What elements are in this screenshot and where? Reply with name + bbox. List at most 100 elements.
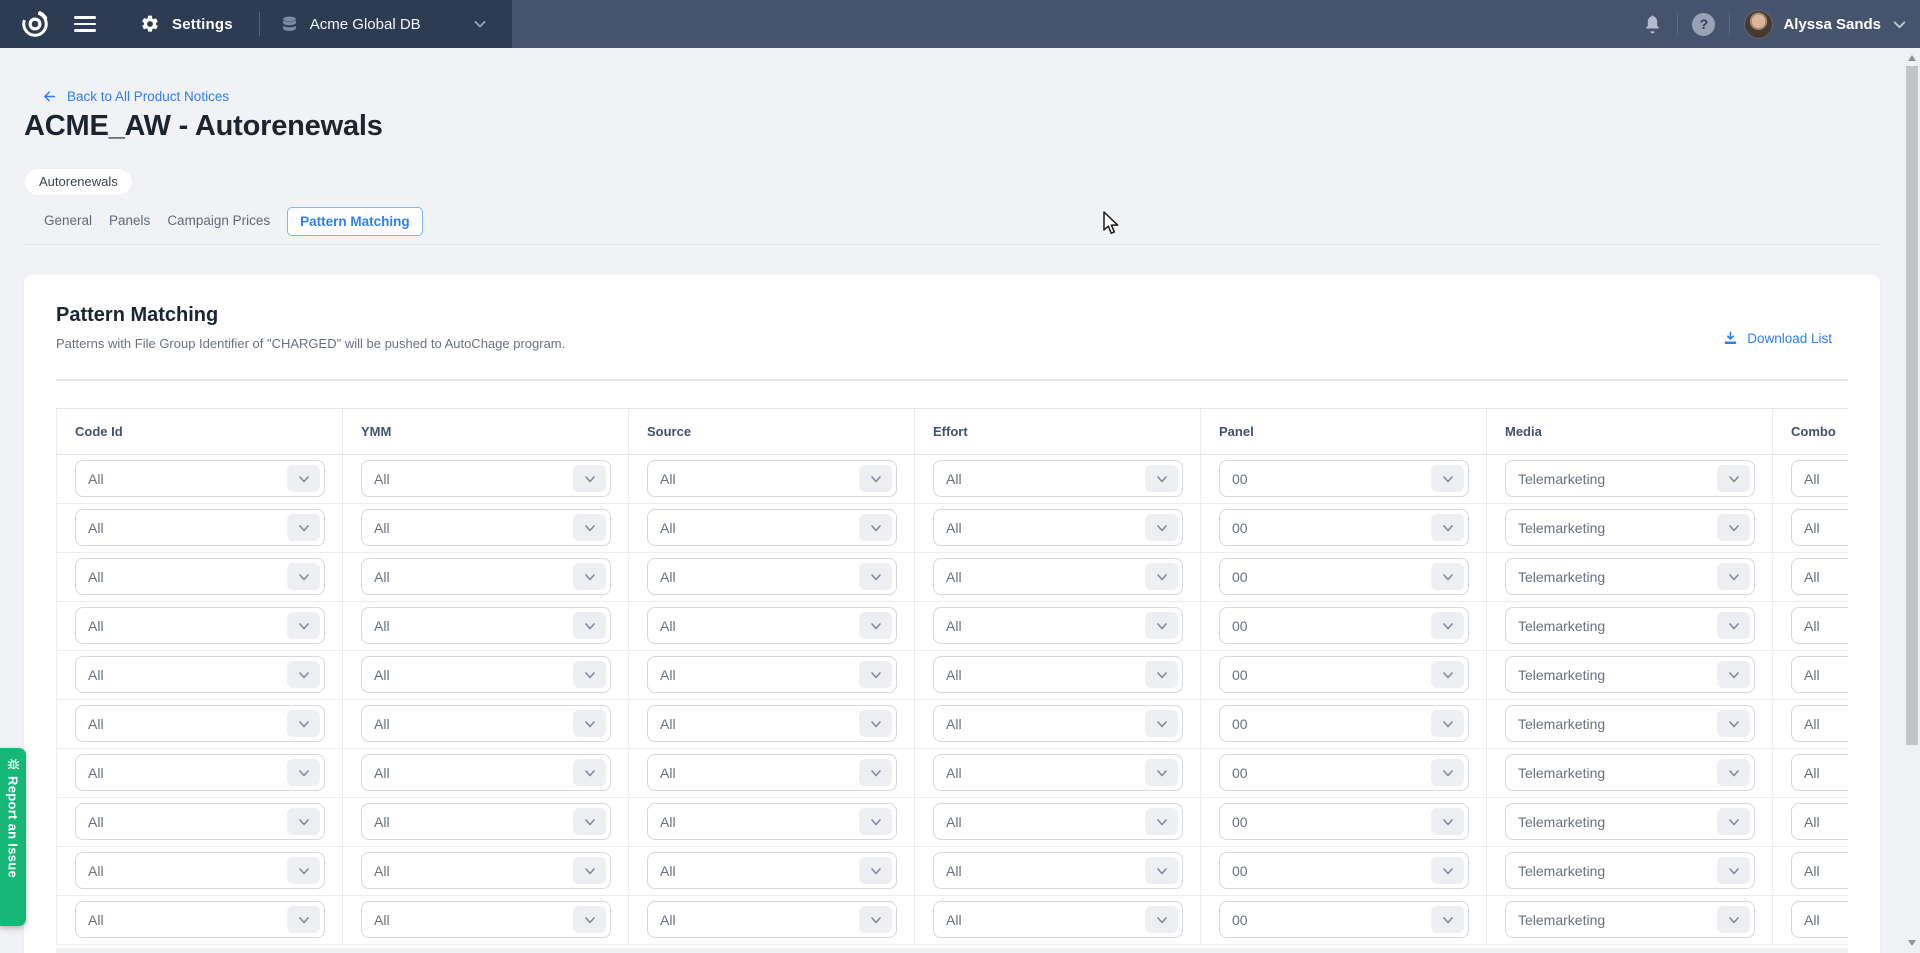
- media-select[interactable]: Telemarketing: [1505, 607, 1755, 644]
- user-avatar[interactable]: [1744, 10, 1773, 39]
- code-id-select[interactable]: All: [75, 803, 325, 840]
- back-link[interactable]: Back to All Product Notices: [41, 88, 229, 105]
- tab-general[interactable]: General: [44, 207, 92, 235]
- code-id-select[interactable]: All: [75, 607, 325, 644]
- help-icon[interactable]: ?: [1692, 13, 1715, 36]
- horizontal-scrollbar[interactable]: [56, 948, 1848, 953]
- media-select[interactable]: Telemarketing: [1505, 803, 1755, 840]
- combo-select[interactable]: All: [1791, 460, 1848, 497]
- code-id-select[interactable]: All: [75, 754, 325, 791]
- code-id-select[interactable]: All: [75, 852, 325, 889]
- source-select[interactable]: All: [647, 607, 897, 644]
- cell-effort: All: [914, 798, 1200, 846]
- source-select[interactable]: All: [647, 901, 897, 938]
- panel-select[interactable]: 00: [1219, 852, 1469, 889]
- tab-panels[interactable]: Panels: [109, 207, 150, 235]
- ymm-select[interactable]: All: [361, 705, 611, 742]
- select-value: All: [660, 912, 676, 928]
- source-select[interactable]: All: [647, 460, 897, 497]
- source-select[interactable]: All: [647, 852, 897, 889]
- code-id-select[interactable]: All: [75, 460, 325, 497]
- code-id-select[interactable]: All: [75, 558, 325, 595]
- settings-nav-label[interactable]: Settings: [172, 16, 233, 33]
- tab-campaign-prices[interactable]: Campaign Prices: [167, 207, 270, 235]
- effort-select[interactable]: All: [933, 901, 1183, 938]
- source-select[interactable]: All: [647, 705, 897, 742]
- chevron-down-icon: [573, 465, 606, 492]
- code-id-select[interactable]: All: [75, 901, 325, 938]
- combo-select[interactable]: All: [1791, 558, 1848, 595]
- hamburger-menu-icon[interactable]: [74, 16, 96, 32]
- tab-pattern-matching[interactable]: Pattern Matching: [287, 207, 423, 236]
- media-select[interactable]: Telemarketing: [1505, 460, 1755, 497]
- combo-select[interactable]: All: [1791, 803, 1848, 840]
- panel-select[interactable]: 00: [1219, 656, 1469, 693]
- select-value: 00: [1232, 765, 1248, 781]
- chevron-down-icon: [1431, 906, 1464, 933]
- ymm-select[interactable]: All: [361, 901, 611, 938]
- panel-select[interactable]: 00: [1219, 509, 1469, 546]
- bell-icon[interactable]: [1642, 14, 1663, 35]
- ymm-select[interactable]: All: [361, 509, 611, 546]
- source-select[interactable]: All: [647, 558, 897, 595]
- chevron-down-icon[interactable]: [472, 16, 488, 32]
- scrollbar-down-arrow[interactable]: [1908, 940, 1916, 946]
- media-select[interactable]: Telemarketing: [1505, 901, 1755, 938]
- panel-select[interactable]: 00: [1219, 803, 1469, 840]
- effort-select[interactable]: All: [933, 460, 1183, 497]
- source-select[interactable]: All: [647, 754, 897, 791]
- effort-select[interactable]: All: [933, 754, 1183, 791]
- ymm-select[interactable]: All: [361, 607, 611, 644]
- ymm-select[interactable]: All: [361, 754, 611, 791]
- code-id-select[interactable]: All: [75, 705, 325, 742]
- report-issue-tab[interactable]: Report an Issue: [0, 748, 26, 926]
- effort-select[interactable]: All: [933, 607, 1183, 644]
- combo-select[interactable]: All: [1791, 754, 1848, 791]
- user-name[interactable]: Alyssa Sands: [1783, 16, 1881, 33]
- combo-select[interactable]: All: [1791, 901, 1848, 938]
- effort-select[interactable]: All: [933, 803, 1183, 840]
- ymm-select[interactable]: All: [361, 558, 611, 595]
- effort-select[interactable]: All: [933, 852, 1183, 889]
- panel-select[interactable]: 00: [1219, 460, 1469, 497]
- code-id-select[interactable]: All: [75, 509, 325, 546]
- ymm-select[interactable]: All: [361, 656, 611, 693]
- combo-select[interactable]: All: [1791, 656, 1848, 693]
- scrollbar-up-arrow[interactable]: [1908, 55, 1916, 61]
- panel-select[interactable]: 00: [1219, 558, 1469, 595]
- effort-select[interactable]: All: [933, 705, 1183, 742]
- media-select[interactable]: Telemarketing: [1505, 509, 1755, 546]
- combo-select[interactable]: All: [1791, 852, 1848, 889]
- download-list-button[interactable]: Download List: [1722, 330, 1832, 347]
- ymm-select[interactable]: All: [361, 803, 611, 840]
- media-select[interactable]: Telemarketing: [1505, 705, 1755, 742]
- panel-select[interactable]: 00: [1219, 607, 1469, 644]
- ymm-select[interactable]: All: [361, 852, 611, 889]
- media-select[interactable]: Telemarketing: [1505, 558, 1755, 595]
- app-logo-icon[interactable]: [20, 9, 50, 39]
- select-value: Telemarketing: [1518, 569, 1605, 585]
- ymm-select[interactable]: All: [361, 460, 611, 497]
- media-select[interactable]: Telemarketing: [1505, 754, 1755, 791]
- effort-select[interactable]: All: [933, 509, 1183, 546]
- panel-select[interactable]: 00: [1219, 754, 1469, 791]
- code-id-select[interactable]: All: [75, 656, 325, 693]
- select-value: Telemarketing: [1518, 765, 1605, 781]
- vertical-scrollbar[interactable]: [1904, 48, 1920, 953]
- combo-select[interactable]: All: [1791, 509, 1848, 546]
- panel-select[interactable]: 00: [1219, 901, 1469, 938]
- combo-select[interactable]: All: [1791, 705, 1848, 742]
- database-selector[interactable]: Acme Global DB: [310, 16, 421, 33]
- chevron-down-icon[interactable]: [1891, 16, 1908, 33]
- source-select[interactable]: All: [647, 509, 897, 546]
- scrollbar-thumb[interactable]: [1906, 66, 1918, 745]
- panel-select[interactable]: 00: [1219, 705, 1469, 742]
- media-select[interactable]: Telemarketing: [1505, 852, 1755, 889]
- source-select[interactable]: All: [647, 803, 897, 840]
- effort-select[interactable]: All: [933, 656, 1183, 693]
- effort-select[interactable]: All: [933, 558, 1183, 595]
- media-select[interactable]: Telemarketing: [1505, 656, 1755, 693]
- cell-ymm: All: [342, 847, 628, 895]
- combo-select[interactable]: All: [1791, 607, 1848, 644]
- source-select[interactable]: All: [647, 656, 897, 693]
